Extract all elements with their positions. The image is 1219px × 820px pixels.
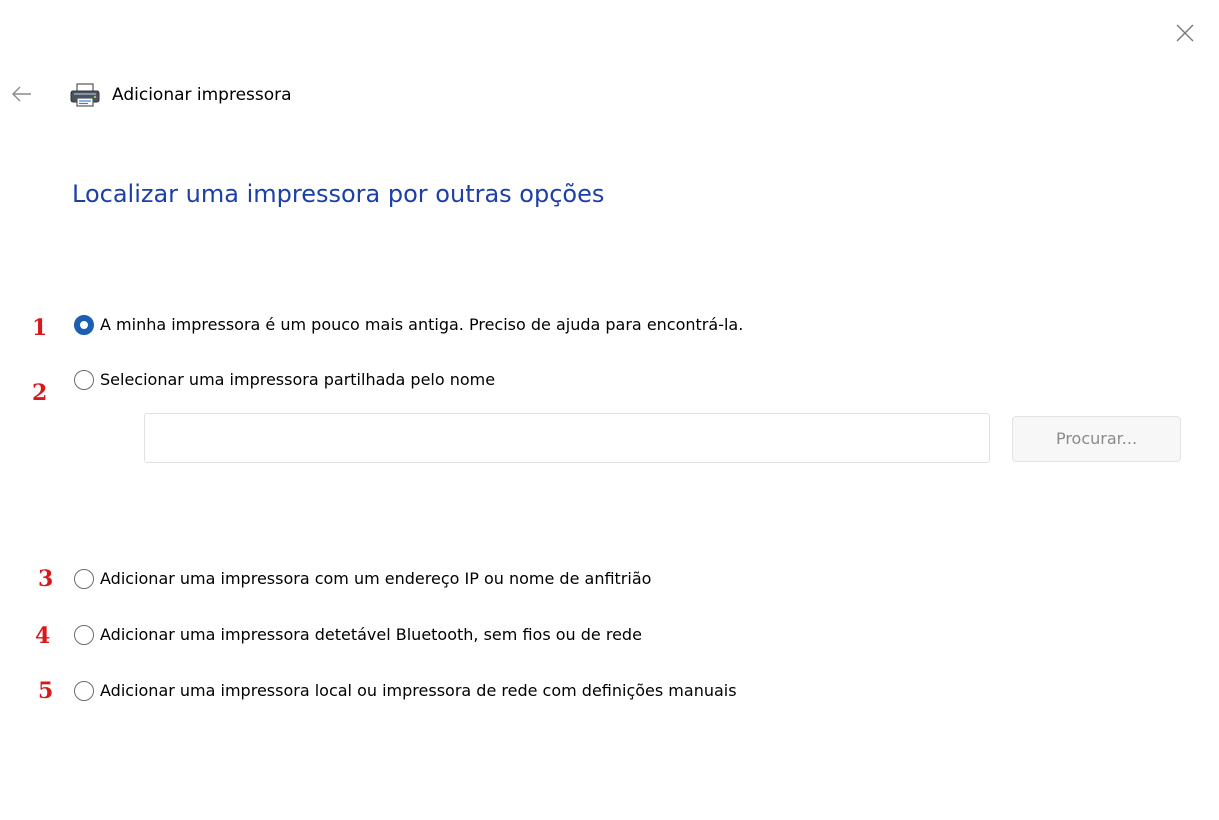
radio-button[interactable] — [74, 681, 94, 701]
option-marker-4: 4 — [35, 623, 51, 649]
window-title: Adicionar impressora — [112, 85, 292, 105]
shared-printer-name-input[interactable] — [144, 413, 990, 463]
option-label: A minha impressora é um pouco mais antig… — [100, 315, 744, 334]
page-title: Localizar uma impressora por outras opçõ… — [72, 180, 605, 208]
radio-button[interactable] — [74, 569, 94, 589]
option-local-or-manual[interactable]: Adicionar uma impressora local ou impres… — [74, 678, 737, 704]
browse-button[interactable]: Procurar... — [1012, 416, 1181, 462]
radio-button[interactable] — [74, 625, 94, 645]
radio-button-selected[interactable] — [74, 315, 94, 335]
option-label: Adicionar uma impressora com um endereço… — [100, 569, 652, 588]
option-marker-2: 2 — [32, 380, 48, 406]
printer-icon — [68, 82, 102, 108]
option-marker-1: 1 — [32, 315, 48, 341]
option-label: Selecionar uma impressora partilhada pel… — [100, 370, 496, 389]
option-marker-5: 5 — [38, 678, 54, 704]
close-icon[interactable] — [1172, 20, 1198, 46]
back-arrow-icon[interactable] — [10, 84, 34, 104]
option-marker-3: 3 — [38, 566, 54, 592]
option-label: Adicionar uma impressora detetável Bluet… — [100, 625, 642, 644]
add-printer-dialog: Adicionar impressora Localizar uma impre… — [0, 0, 1219, 820]
option-ip-or-hostname[interactable]: Adicionar uma impressora com um endereço… — [74, 566, 651, 592]
radio-button[interactable] — [74, 370, 94, 390]
option-older-printer[interactable]: A minha impressora é um pouco mais antig… — [74, 312, 743, 338]
option-shared-printer-by-name[interactable]: Selecionar uma impressora partilhada pel… — [74, 367, 495, 393]
option-bluetooth-wireless-network[interactable]: Adicionar uma impressora detetável Bluet… — [74, 622, 642, 648]
option-label: Adicionar uma impressora local ou impres… — [100, 681, 737, 700]
